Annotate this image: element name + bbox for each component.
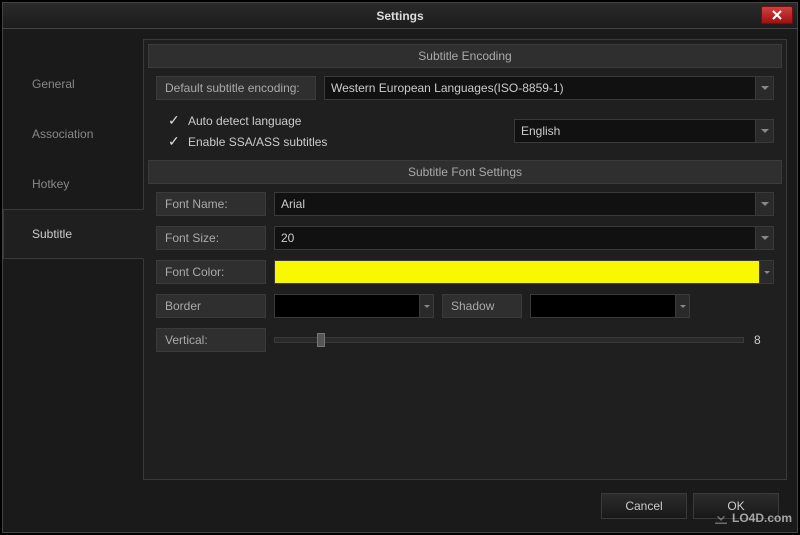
cancel-button[interactable]: Cancel — [601, 493, 687, 519]
window-body: General Association Hotkey Subtitle Subt… — [3, 29, 797, 480]
font-color-row: Font Color: — [148, 258, 782, 286]
vertical-slider[interactable] — [274, 337, 744, 343]
check-icon: ✓ — [168, 133, 182, 150]
vertical-row: Vertical: 8 — [148, 326, 782, 354]
sidebar-item-label: Association — [32, 127, 93, 141]
select-value: English — [521, 124, 560, 138]
checkbox-label: Auto detect language — [188, 114, 301, 128]
slider-thumb[interactable] — [317, 333, 325, 347]
select-value: Western European Languages(ISO-8859-1) — [331, 81, 564, 95]
chevron-down-icon — [759, 261, 773, 283]
close-button[interactable] — [761, 6, 793, 24]
language-select[interactable]: English — [514, 119, 774, 143]
default-encoding-select[interactable]: Western European Languages(ISO-8859-1) — [324, 76, 774, 100]
sidebar-item-label: Hotkey — [32, 177, 69, 191]
font-name-row: Font Name: Arial — [148, 190, 782, 218]
enable-ssa-checkbox[interactable]: ✓ Enable SSA/ASS subtitles — [156, 131, 506, 152]
dialog-buttons: Cancel OK — [3, 480, 797, 532]
sidebar-item-hotkey[interactable]: Hotkey — [3, 159, 143, 209]
encoding-section-header: Subtitle Encoding — [148, 44, 782, 68]
font-color-picker[interactable] — [274, 260, 774, 284]
border-shadow-row: Border Shadow — [148, 292, 782, 320]
sidebar-item-label: Subtitle — [32, 227, 72, 241]
font-size-row: Font Size: 20 — [148, 224, 782, 252]
font-section-header: Subtitle Font Settings — [148, 160, 782, 184]
close-icon — [772, 10, 782, 20]
titlebar: Settings — [3, 3, 797, 29]
font-name-select[interactable]: Arial — [274, 192, 774, 216]
chevron-down-icon — [675, 295, 689, 317]
window-title: Settings — [376, 9, 423, 23]
chevron-down-icon — [755, 120, 773, 142]
sidebar-item-general[interactable]: General — [3, 59, 143, 109]
auto-detect-checkbox[interactable]: ✓ Auto detect language — [156, 110, 506, 131]
auto-detect-row: ✓ Auto detect language ✓ Enable SSA/ASS … — [148, 108, 782, 154]
shadow-color-picker[interactable] — [530, 294, 690, 318]
ok-button[interactable]: OK — [693, 493, 779, 519]
sidebar-item-subtitle[interactable]: Subtitle — [3, 209, 144, 259]
check-icon: ✓ — [168, 112, 182, 129]
select-value: 20 — [281, 231, 294, 245]
vertical-value: 8 — [754, 333, 774, 347]
chevron-down-icon — [755, 193, 773, 215]
sidebar: General Association Hotkey Subtitle — [3, 39, 143, 480]
default-encoding-row: Default subtitle encoding: Western Europ… — [148, 74, 782, 102]
font-size-select[interactable]: 20 — [274, 226, 774, 250]
checkbox-column: ✓ Auto detect language ✓ Enable SSA/ASS … — [156, 110, 506, 152]
default-encoding-label: Default subtitle encoding: — [156, 76, 316, 100]
settings-window: Settings General Association Hotkey Subt… — [2, 2, 798, 533]
checkbox-label: Enable SSA/ASS subtitles — [188, 135, 327, 149]
vertical-slider-wrap: 8 — [274, 333, 774, 347]
content-panel: Subtitle Encoding Default subtitle encod… — [143, 39, 787, 480]
vertical-label: Vertical: — [156, 328, 266, 352]
border-color-picker[interactable] — [274, 294, 434, 318]
chevron-down-icon — [755, 77, 773, 99]
sidebar-item-association[interactable]: Association — [3, 109, 143, 159]
chevron-down-icon — [419, 295, 433, 317]
border-label: Border — [156, 294, 266, 318]
sidebar-item-label: General — [32, 77, 75, 91]
shadow-label: Shadow — [442, 294, 522, 318]
select-value: Arial — [281, 197, 305, 211]
font-size-label: Font Size: — [156, 226, 266, 250]
font-name-label: Font Name: — [156, 192, 266, 216]
chevron-down-icon — [755, 227, 773, 249]
font-color-label: Font Color: — [156, 260, 266, 284]
